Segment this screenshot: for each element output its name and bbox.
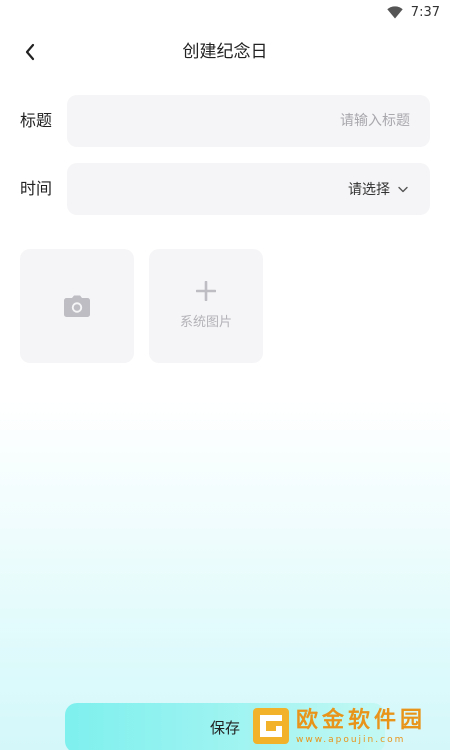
watermark-name: 欧金软件园 xyxy=(296,707,427,733)
watermark: 欧金软件园 www.apoujin.com xyxy=(252,704,444,748)
time-select[interactable]: 请选择 xyxy=(67,163,430,215)
time-value: 请选择 xyxy=(348,182,390,198)
camera-icon xyxy=(64,295,90,317)
wifi-icon xyxy=(387,5,403,18)
time-row: 时间 请选择 xyxy=(0,163,450,215)
plus-icon xyxy=(196,281,216,301)
watermark-url: www.apoujin.com xyxy=(296,734,406,745)
page-title: 创建纪念日 xyxy=(182,42,268,62)
system-image-button[interactable]: 系统图片 xyxy=(149,249,263,363)
system-image-label: 系统图片 xyxy=(179,315,232,330)
time-label: 时间 xyxy=(20,179,53,198)
chevron-down-icon xyxy=(398,186,408,192)
camera-button[interactable] xyxy=(20,249,134,363)
watermark-logo xyxy=(253,708,289,744)
title-field xyxy=(67,95,430,147)
title-row: 标题 xyxy=(0,95,450,147)
title-input[interactable] xyxy=(67,95,430,147)
status-time: 7:37 xyxy=(410,4,440,20)
status-bar: 7:37 xyxy=(0,0,450,24)
title-label: 标题 xyxy=(20,111,53,130)
